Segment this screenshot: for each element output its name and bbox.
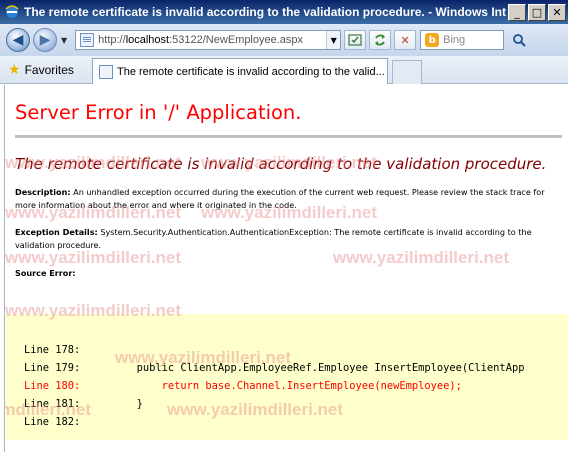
address-bar[interactable]: http://localhost:53122/NewEmployee.aspx … — [75, 30, 342, 50]
address-dropdown-icon[interactable]: ▼ — [326, 31, 341, 49]
page-content: Server Error in '/' Application. The rem… — [4, 85, 568, 452]
description-text: An unhandled exception occurred during t… — [15, 187, 545, 210]
favorites-star-icon[interactable]: ★ — [8, 62, 21, 78]
exception-paragraph: Exception Details: System.Security.Authe… — [15, 226, 568, 252]
search-icon — [513, 34, 526, 47]
new-tab-button[interactable] — [392, 60, 422, 84]
exception-label: Exception Details: — [15, 227, 98, 237]
address-url[interactable]: http://localhost:53122/NewEmployee.aspx — [98, 34, 326, 46]
search-placeholder: Bing — [443, 34, 466, 46]
forward-arrow-icon: ▶ — [39, 32, 51, 48]
code-line: Line 178: — [24, 344, 81, 356]
tab-title: The remote certificate is invalid accord… — [117, 65, 385, 78]
description-label: Description: — [15, 187, 71, 197]
refresh-button[interactable] — [369, 30, 392, 50]
compatibility-icon — [348, 34, 362, 46]
navigation-bar: ◀ ▶ ▼ http://localhost:53122/NewEmployee… — [0, 24, 568, 56]
minimize-button[interactable]: _ — [508, 3, 526, 21]
forward-button[interactable]: ▶ — [33, 28, 57, 52]
search-button[interactable] — [508, 30, 530, 50]
search-box[interactable]: b Bing — [420, 30, 505, 50]
stop-button[interactable]: ✕ — [394, 30, 417, 50]
url-path: :53122/NewEmployee.aspx — [169, 34, 304, 46]
page-heading: Server Error in '/' Application. — [15, 101, 302, 124]
bing-icon: b — [425, 33, 440, 47]
compatibility-view-button[interactable] — [344, 30, 367, 50]
source-code-box: Line 178: Line 179: public ClientApp.Emp… — [5, 314, 568, 440]
refresh-icon — [375, 34, 386, 46]
title-bar: The remote certificate is invalid accord… — [0, 0, 568, 24]
url-host: localhost — [125, 34, 170, 46]
internet-explorer-icon — [5, 5, 19, 18]
page-icon — [80, 33, 95, 47]
favorites-button[interactable]: Favorites — [25, 63, 74, 77]
url-prefix: http:// — [98, 34, 126, 46]
description-paragraph: Description: An unhandled exception occu… — [15, 186, 568, 212]
code-line: Line 181: } — [24, 398, 143, 410]
stop-icon: ✕ — [400, 33, 410, 47]
heading-divider — [15, 135, 562, 138]
favorites-bar: ★ Favorites The remote certificate is in… — [0, 56, 568, 84]
code-line: Line 179: public ClientApp.EmployeeRef.E… — [24, 362, 525, 374]
maximize-button[interactable]: □ — [528, 3, 546, 21]
code-line-error: Line 180: return base.Channel.InsertEmpl… — [24, 380, 462, 392]
source-error-label: Source Error: — [15, 268, 76, 278]
tab-current[interactable]: The remote certificate is invalid accord… — [92, 58, 388, 84]
code-line: Line 182: — [24, 416, 81, 428]
close-button[interactable]: ✕ — [548, 3, 566, 21]
tab-page-icon — [99, 64, 113, 79]
back-arrow-icon: ◀ — [12, 32, 24, 48]
history-dropdown-icon[interactable]: ▼ — [61, 36, 67, 45]
window-title: The remote certificate is invalid accord… — [24, 5, 506, 19]
back-button[interactable]: ◀ — [6, 28, 30, 52]
error-title: The remote certificate is invalid accord… — [15, 155, 547, 173]
